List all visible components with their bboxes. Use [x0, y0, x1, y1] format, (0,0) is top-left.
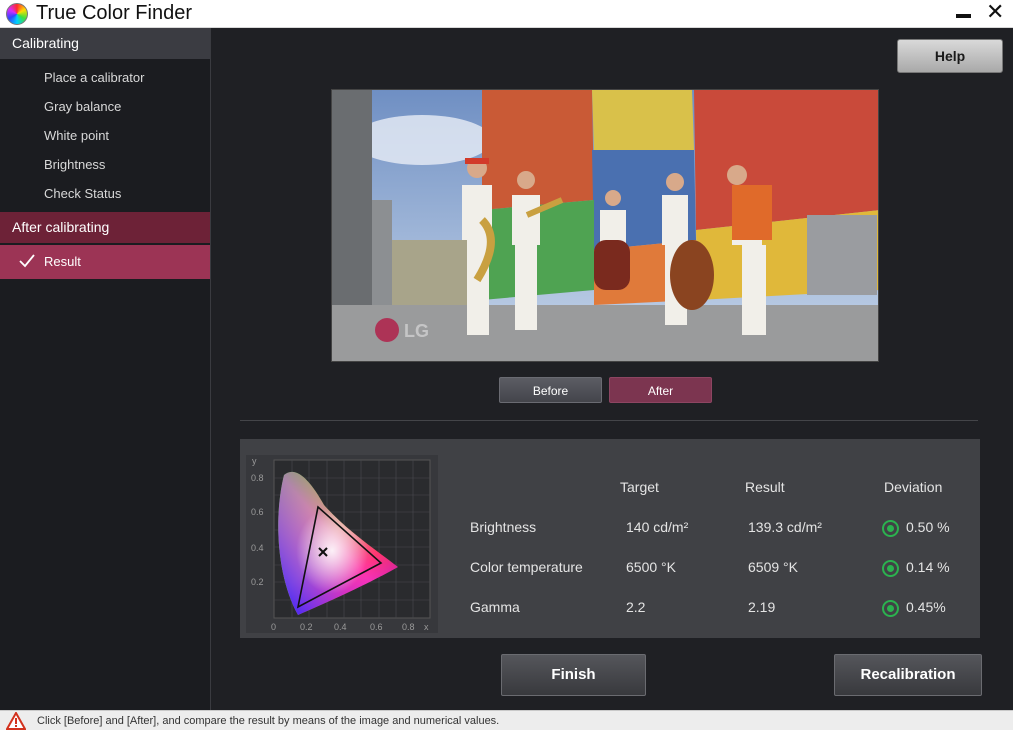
y-tick: 0.6	[251, 507, 264, 517]
title-bar: True Color Finder ✕	[0, 0, 1013, 28]
before-button[interactable]: Before	[499, 377, 602, 403]
status-ok-icon	[882, 600, 899, 617]
x-tick: 0.8	[402, 622, 415, 632]
header-deviation: Deviation	[884, 479, 943, 495]
color-temperature-target: 6500 °K	[626, 559, 676, 575]
row-label-brightness: Brightness	[470, 519, 537, 535]
row-label-gamma: Gamma	[470, 599, 520, 615]
gamma-deviation: 0.45%	[906, 599, 946, 615]
checkmark-icon	[19, 254, 35, 268]
status-message: Click [Before] and [After], and compare …	[37, 715, 500, 727]
color-temperature-deviation: 0.14 %	[906, 559, 950, 575]
sidebar-item-result[interactable]: Result	[0, 245, 210, 279]
color-wheel-icon	[6, 3, 28, 25]
x-tick: 0.2	[300, 622, 313, 632]
status-ok-icon	[882, 560, 899, 577]
sidebar-item-place-calibrator[interactable]: Place a calibrator	[44, 70, 144, 85]
header-target: Target	[620, 479, 659, 495]
after-button[interactable]: After	[609, 377, 712, 403]
gamma-result: 2.19	[748, 599, 776, 615]
x-tick: 0.4	[334, 622, 347, 632]
color-temperature-result: 6509 °K	[748, 559, 798, 575]
warning-icon	[6, 712, 26, 730]
row-label-color-temperature: Color temperature	[470, 559, 583, 575]
lg-watermark: LG	[404, 321, 429, 341]
finish-button[interactable]: Finish	[501, 654, 646, 696]
x-tick: 0	[271, 622, 276, 632]
sidebar-item-label: Result	[44, 254, 81, 269]
help-button[interactable]: Help	[897, 39, 1003, 73]
header-result: Result	[745, 479, 785, 495]
sidebar-item-white-point[interactable]: White point	[44, 128, 109, 143]
brightness-deviation: 0.50 %	[906, 519, 950, 535]
y-axis-label: y	[252, 456, 257, 466]
sidebar-item-brightness[interactable]: Brightness	[44, 157, 105, 172]
minimize-icon[interactable]	[956, 14, 971, 18]
app-title: True Color Finder	[36, 2, 192, 24]
y-tick: 0.4	[251, 543, 264, 553]
gamma-target: 2.2	[626, 599, 646, 615]
sidebar-section-after-calibrating: After calibrating	[0, 212, 210, 243]
divider	[240, 420, 978, 421]
brightness-result: 139.3 cd/m²	[748, 519, 822, 535]
y-tick: 0.8	[251, 473, 264, 483]
sidebar-item-gray-balance[interactable]: Gray balance	[44, 99, 121, 114]
close-icon[interactable]: ✕	[986, 0, 1004, 25]
recalibration-button[interactable]: Recalibration	[834, 654, 982, 696]
y-tick: 0.2	[251, 577, 264, 587]
preview-image: LG	[331, 89, 879, 362]
brightness-target: 140 cd/m²	[626, 519, 689, 535]
status-ok-icon	[882, 520, 899, 537]
status-bar: Click [Before] and [After], and compare …	[0, 710, 1013, 730]
sidebar-item-check-status[interactable]: Check Status	[44, 186, 121, 201]
x-axis-label: x	[424, 622, 429, 632]
preview-scene: LG	[332, 90, 878, 361]
sidebar-section-calibrating: Calibrating	[0, 28, 210, 59]
results-panel: y 0.8 0.6 0.4 0.2 0 0.2 0.4 0.6 0.8 x Ta…	[240, 439, 980, 638]
x-tick: 0.6	[370, 622, 383, 632]
sidebar: Calibrating Place a calibrator Gray bala…	[0, 28, 211, 710]
cie-chromaticity-diagram: y 0.8 0.6 0.4 0.2 0 0.2 0.4 0.6 0.8 x	[246, 455, 438, 633]
